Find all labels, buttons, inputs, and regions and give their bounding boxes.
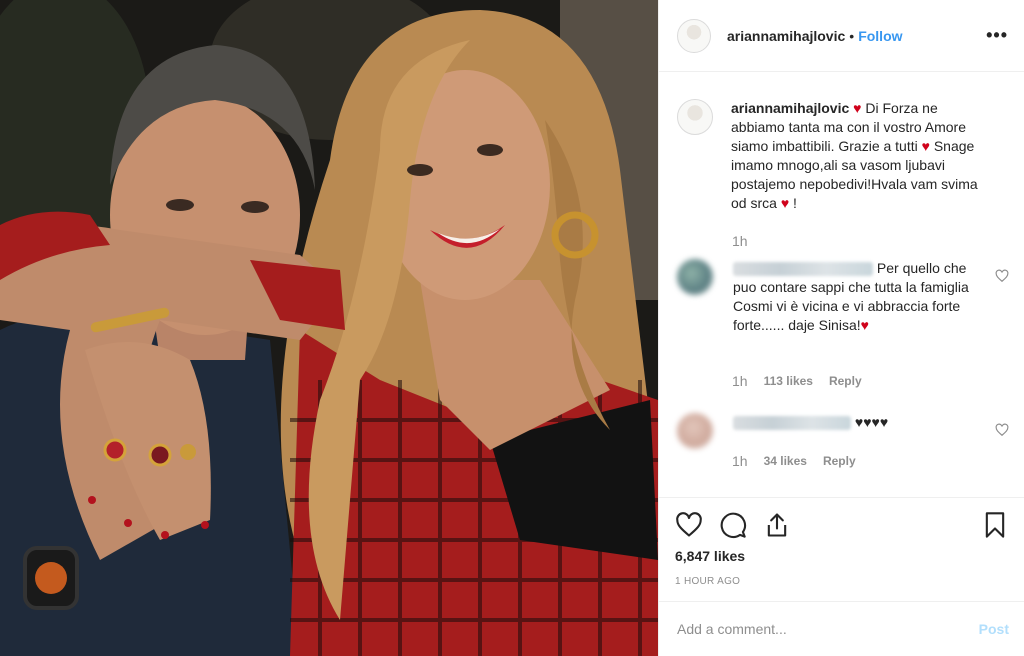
comment-meta: 1h 34 likes Reply — [732, 453, 856, 469]
comment-likes[interactable]: 34 likes — [764, 454, 807, 468]
post-timestamp[interactable]: 1 HOUR AGO — [675, 576, 1009, 587]
reply-button[interactable]: Reply — [829, 374, 862, 388]
comment-like-icon[interactable] — [995, 423, 1009, 437]
red-heart-emoji: ♥ — [860, 317, 869, 333]
comment-text: ♥♥♥♥ — [733, 413, 983, 449]
caption-author-avatar[interactable] — [677, 99, 713, 135]
follow-button[interactable]: Follow — [858, 28, 902, 44]
comment-likes[interactable]: 113 likes — [764, 374, 813, 388]
comment-text: Per quello che puo contare sappi che tut… — [733, 259, 983, 335]
heart-outline-icon[interactable] — [675, 511, 703, 539]
comment-time[interactable]: 1h — [732, 453, 748, 469]
commenter-username-blurred[interactable] — [733, 416, 851, 431]
red-heart-emoji: ♥ — [921, 138, 930, 154]
commenter-username-blurred[interactable] — [733, 262, 873, 277]
red-heart-emoji: ♥ — [780, 195, 790, 211]
photo-illustration — [0, 0, 658, 656]
post-actions: 6,847 likes 1 HOUR AGO — [659, 497, 1024, 601]
instagram-post: ariannamihajlovic • Follow ••• ariannami… — [0, 0, 1024, 656]
commenter-avatar[interactable] — [677, 259, 713, 295]
add-comment-bar: Post — [659, 601, 1024, 656]
caption-text-3: ! — [793, 195, 797, 211]
comment-body: ♥♥♥♥ — [854, 414, 889, 430]
reply-button[interactable]: Reply — [823, 454, 856, 468]
caption-username[interactable]: ariannamihajlovic — [731, 100, 849, 116]
comment-like-icon[interactable] — [995, 269, 1009, 283]
caption-text: ariannamihajlovic ♥ Di Forza ne abbiamo … — [731, 99, 981, 213]
comment-icon[interactable] — [719, 511, 747, 539]
comments-section[interactable]: ariannamihajlovic ♥ Di Forza ne abbiamo … — [659, 73, 1024, 497]
post-photo[interactable] — [0, 0, 658, 656]
post-comment-button[interactable]: Post — [979, 621, 1009, 637]
post-caption: ariannamihajlovic ♥ Di Forza ne abbiamo … — [677, 99, 1007, 249]
comment-item: Per quello che puo contare sappi che tut… — [677, 259, 1009, 389]
post-likes-count[interactable]: 6,847 likes — [675, 548, 1009, 564]
author-avatar[interactable] — [677, 18, 711, 53]
comment-time[interactable]: 1h — [732, 373, 748, 389]
post-header: ariannamihajlovic • Follow ••• — [659, 0, 1024, 72]
add-comment-input[interactable] — [677, 621, 979, 637]
caption-time[interactable]: 1h — [732, 233, 748, 249]
header-separator: • — [849, 27, 855, 44]
post-side-panel: ariannamihajlovic • Follow ••• ariannami… — [658, 0, 1024, 656]
share-icon[interactable] — [763, 511, 791, 539]
red-heart-emoji: ♥ — [853, 100, 862, 116]
comment-meta: 1h 113 likes Reply — [732, 373, 862, 389]
action-icons — [675, 510, 1009, 540]
bookmark-icon[interactable] — [981, 511, 1009, 539]
comment-item: ♥♥♥♥ 1h 34 likes Reply — [677, 413, 1009, 469]
commenter-avatar[interactable] — [677, 413, 713, 449]
author-username[interactable]: ariannamihajlovic — [727, 28, 845, 44]
more-options-icon[interactable]: ••• — [986, 25, 1008, 46]
